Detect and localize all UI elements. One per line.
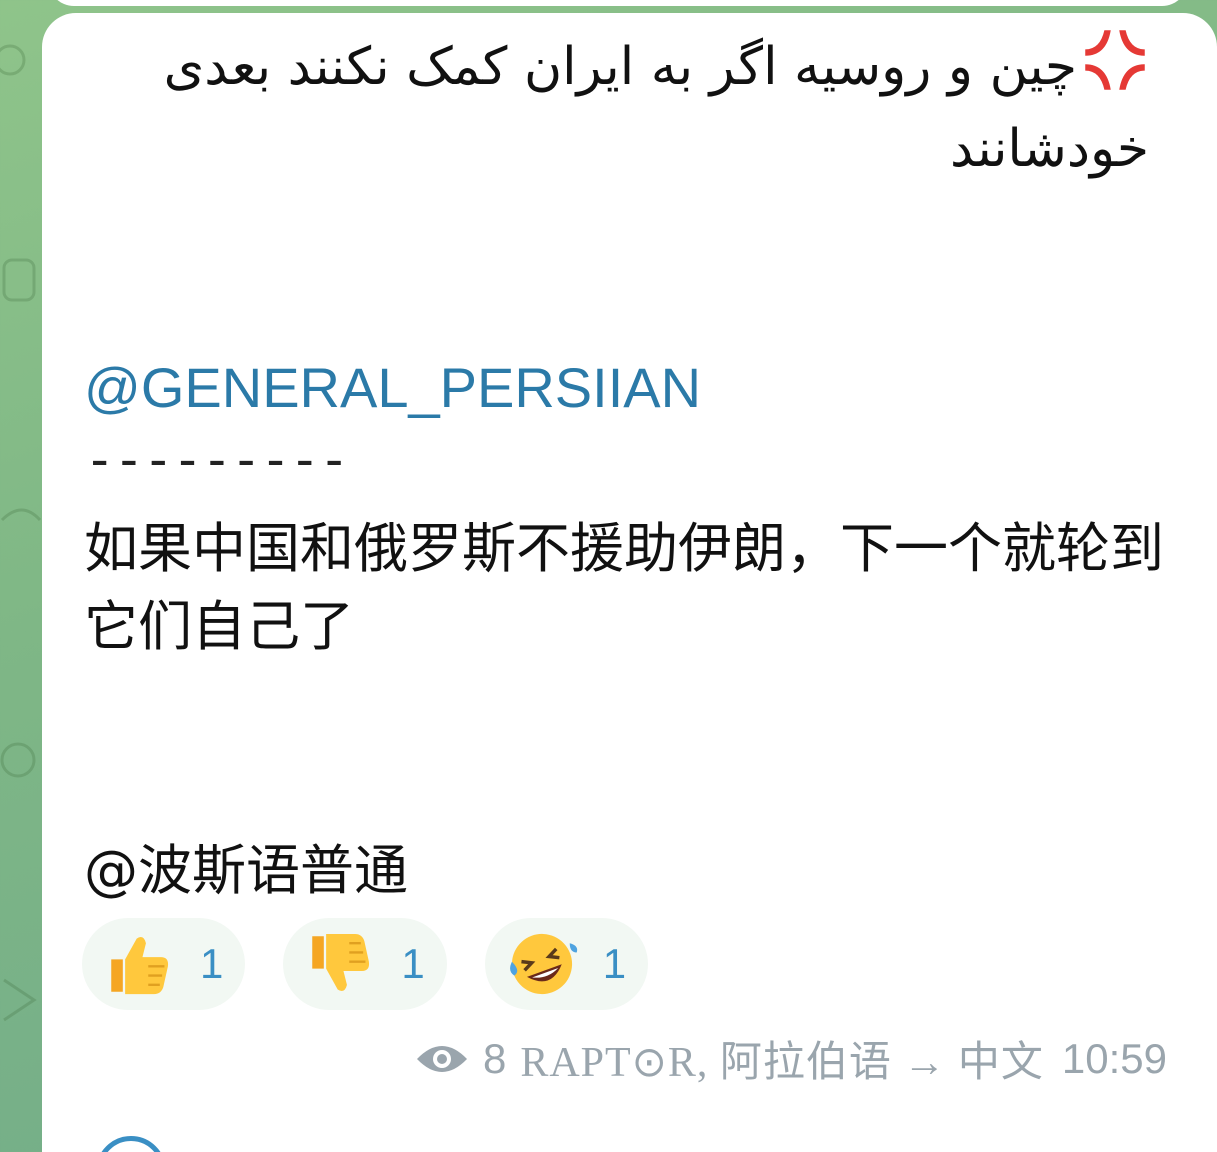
- message-time: 10:59: [1061, 1034, 1167, 1082]
- chinese-message-text: 如果中国和俄罗斯不援助伊朗，下一个就轮到它们自己了: [84, 517, 1164, 658]
- reaction-count: 1: [200, 940, 224, 987]
- eye-icon: [416, 1045, 467, 1072]
- chat-background-pattern: [0, 44, 42, 1022]
- reactions-bar: 1 1 1: [82, 918, 649, 1010]
- thumbs-down-icon: [312, 933, 370, 991]
- reaction-count: 1: [401, 940, 425, 987]
- separator-line: ---------: [84, 430, 350, 490]
- message-meta: 8 RAPT⊙R, 阿拉伯语 → 中文 10:59: [415, 1028, 1167, 1089]
- message-author: RAPT⊙R, 阿拉伯语 → 中文: [520, 1040, 1044, 1086]
- persian-message-text: چین و روسیه اگر به ایران کمک نکنند بعدی …: [149, 26, 1149, 190]
- view-count: 8: [482, 1034, 507, 1082]
- reaction-thumbs-up[interactable]: 1: [82, 918, 246, 1010]
- previous-message-bubble-edge: [48, 0, 1188, 6]
- anger-symbol-icon: [1085, 30, 1145, 90]
- thumbs-up-icon: [111, 937, 169, 995]
- persian-text: چین و روسیه اگر به ایران کمک نکنند بعدی …: [163, 37, 1149, 179]
- rofl-icon: [509, 933, 577, 995]
- channel-mention-link[interactable]: @GENERAL_PERSIIAN: [84, 355, 701, 420]
- reaction-count: 1: [602, 940, 627, 987]
- chinese-channel-mention: @波斯语普通: [84, 839, 408, 902]
- reaction-rofl[interactable]: 1: [484, 918, 649, 1010]
- reaction-thumbs-down[interactable]: 1: [283, 918, 447, 1010]
